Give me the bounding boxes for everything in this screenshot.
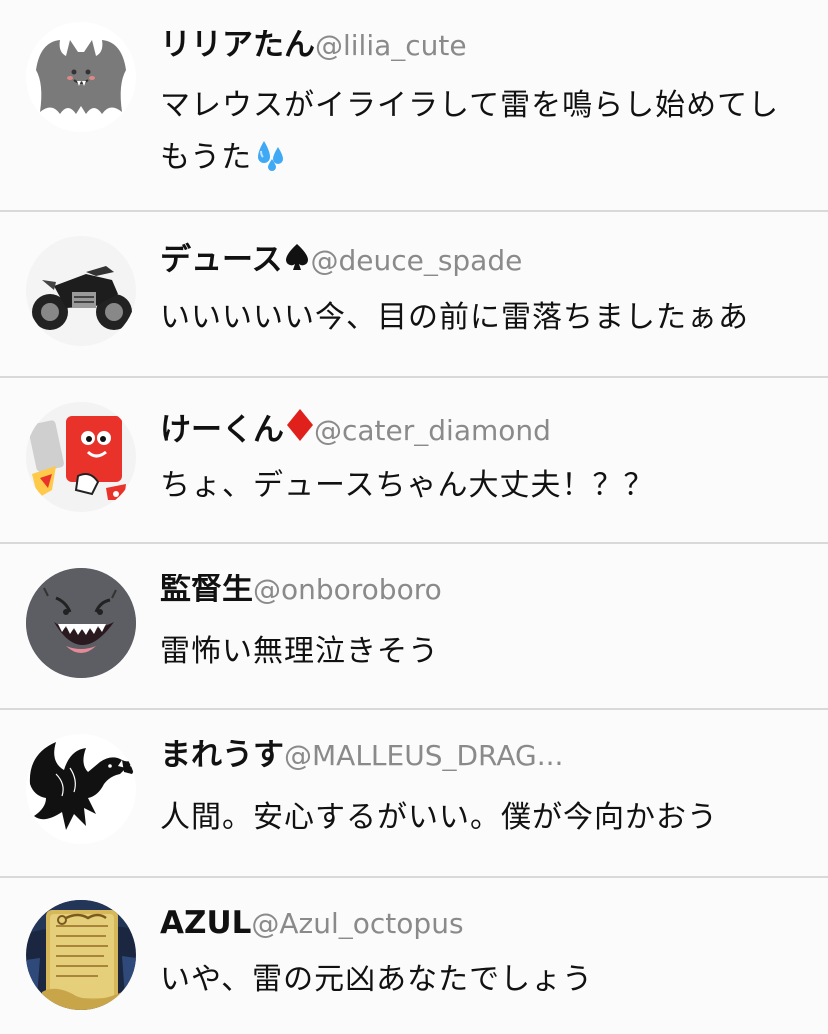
- ghost-face-icon: [26, 568, 136, 678]
- tweet-item[interactable]: デュース @deuce_spade いいいいい今、目の前に雷落ちましたぁあ: [0, 212, 828, 378]
- tweet-item[interactable]: まれうす@MALLEUS_DRAG... 人間。安心するがいい。僕が今向かおう: [0, 710, 828, 878]
- tweet-text: 人間。安心するがいい。僕が今向かおう: [160, 800, 718, 835]
- handle[interactable]: @onboroboro: [253, 574, 442, 605]
- display-name[interactable]: AZUL: [160, 908, 251, 939]
- handle[interactable]: @lilia_cute: [315, 30, 467, 61]
- diamond-icon: [286, 408, 314, 445]
- tweet-feed: リリアたん@lilia_cute マレウスがイライラして雷を鳴らし始めてしもうた: [0, 0, 828, 1034]
- avatar[interactable]: [26, 734, 136, 844]
- tweet-text: いや、雷の元凶あなたでしょう: [160, 962, 594, 997]
- handle[interactable]: @deuce_spade: [310, 244, 522, 276]
- avatar[interactable]: [26, 402, 136, 512]
- sweat-droplets-emoji: [252, 136, 288, 188]
- contract-scroll-icon: [26, 900, 136, 1010]
- spade-icon: [284, 242, 310, 275]
- tweet-text: ちょ、デュースちゃん大丈夫！？？: [160, 468, 655, 503]
- display-name[interactable]: リリアたん: [160, 30, 315, 61]
- handle[interactable]: @Azul_octopus: [251, 908, 463, 939]
- avatar[interactable]: [26, 900, 136, 1010]
- avatar[interactable]: [26, 236, 136, 346]
- tweet-item[interactable]: AZUL@Azul_octopus いや、雷の元凶あなたでしょう: [0, 878, 828, 1034]
- tweet-text: 雷怖い無理泣きそう: [160, 634, 439, 669]
- dragon-silhouette-icon: [26, 734, 136, 844]
- handle[interactable]: @MALLEUS_DRAG...: [284, 740, 563, 771]
- tweet-item[interactable]: リリアたん@lilia_cute マレウスがイライラして雷を鳴らし始めてしもうた: [0, 0, 828, 212]
- handle[interactable]: @cater_diamond: [314, 414, 551, 446]
- motorcycle-icon: [26, 236, 136, 346]
- display-name[interactable]: 監督生: [160, 574, 253, 605]
- red-phone-character-icon: [26, 402, 136, 512]
- tweet-item[interactable]: けーくん @cater_diamond ちょ、デュースちゃん大丈夫！？？: [0, 378, 828, 544]
- display-name[interactable]: まれうす: [160, 740, 284, 771]
- bat-icon: [26, 22, 136, 132]
- avatar[interactable]: [26, 22, 136, 132]
- display-name[interactable]: けーくん: [160, 412, 284, 446]
- avatar[interactable]: [26, 568, 136, 678]
- display-name[interactable]: デュース: [160, 242, 282, 276]
- tweet-text-container: マレウスがイライラして雷を鳴らし始めてしもうた: [160, 80, 804, 188]
- tweet-item[interactable]: 監督生@onboroboro 雷怖い無理泣きそう: [0, 544, 828, 710]
- tweet-text: いいいいい今、目の前に雷落ちましたぁあ: [160, 300, 749, 335]
